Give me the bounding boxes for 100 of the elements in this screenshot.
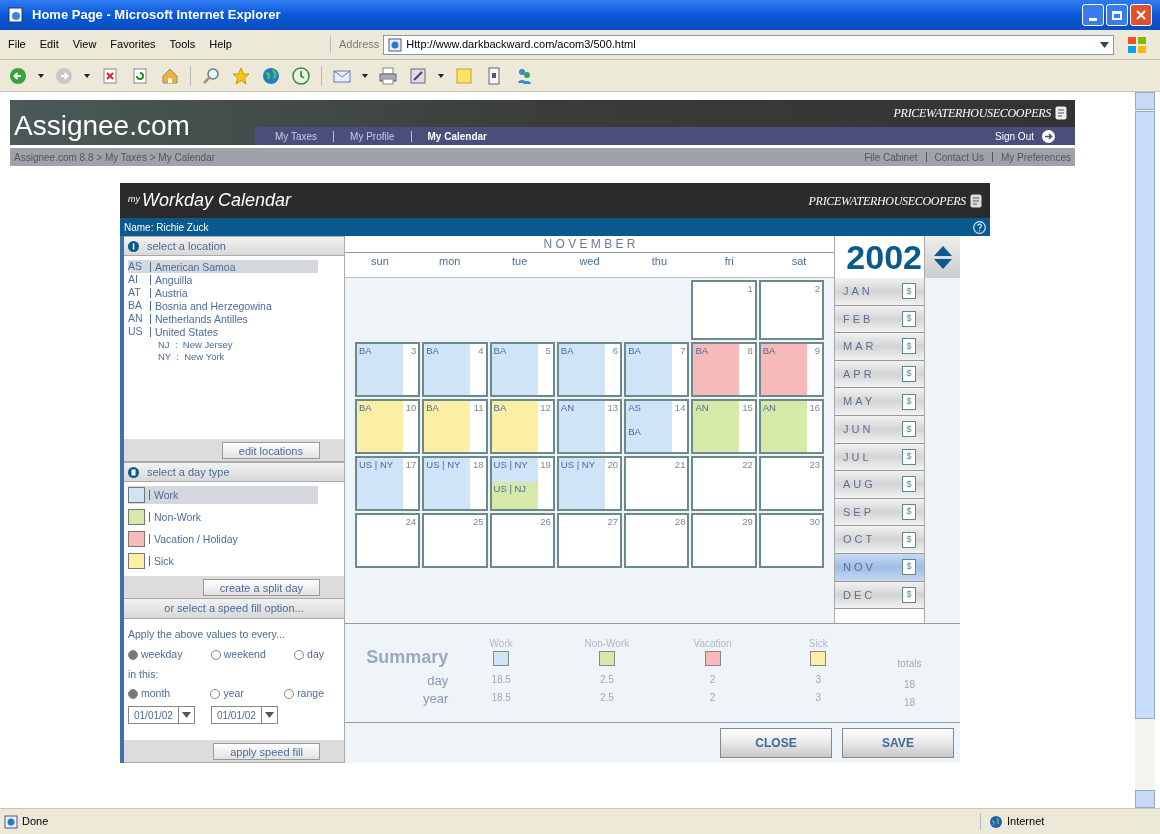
menu-item[interactable]: View — [72, 36, 97, 53]
radio-label[interactable]: weekend — [223, 646, 266, 663]
maximize-button[interactable] — [1106, 4, 1128, 26]
month-tab[interactable]: JUN $ — [835, 415, 924, 444]
location-item[interactable]: US United States — [128, 325, 318, 338]
edit-locations-button[interactable]: edit locations — [221, 441, 320, 459]
date-dropdown[interactable]: 01/01/02 — [128, 706, 195, 724]
day-cell[interactable]: 27 — [556, 513, 623, 568]
day-type-option[interactable]: Work — [128, 486, 318, 504]
day-type-option[interactable]: Sick — [128, 552, 318, 570]
day-cell[interactable]: 25 — [422, 513, 488, 568]
day-type-option[interactable]: Non-Work — [128, 508, 318, 526]
printer-icon[interactable] — [378, 65, 398, 86]
day-cell[interactable]: AS BA 14 — [624, 399, 690, 454]
day-cell[interactable]: 2 — [758, 280, 824, 340]
day-cell[interactable]: 29 — [691, 513, 757, 568]
caret-icon[interactable] — [84, 73, 90, 78]
help-icon[interactable] — [973, 220, 986, 234]
split-day-button[interactable]: create a split day — [202, 578, 320, 596]
dollar-icon[interactable]: $ — [902, 338, 916, 355]
day-cell[interactable]: BA 4 — [422, 342, 488, 397]
day-cell[interactable]: BA 6 — [556, 342, 623, 397]
star-icon[interactable] — [231, 65, 251, 86]
year-up-arrow-icon[interactable] — [933, 245, 952, 256]
minimize-button[interactable] — [1082, 4, 1104, 26]
month-tab[interactable]: MAY $ — [835, 388, 924, 416]
radio-label[interactable]: day — [307, 646, 324, 663]
day-cell[interactable]: BA 7 — [624, 342, 690, 397]
day-cell[interactable]: AN 16 — [758, 399, 824, 454]
location-item[interactable]: BA Bosnia and Herzegowina — [128, 299, 318, 312]
location-item[interactable]: AN Netherlands Antilles — [128, 312, 318, 325]
apply-speed-fill-button[interactable]: apply speed fill — [213, 742, 320, 760]
day-cell[interactable]: US | NY 20 — [556, 456, 623, 511]
day-cell[interactable]: BA 9 — [758, 342, 824, 397]
menu-item[interactable]: Help — [209, 36, 232, 53]
month-tab[interactable]: AUG $ — [835, 471, 924, 499]
radio-button[interactable] — [210, 689, 221, 700]
dollar-icon[interactable]: $ — [902, 393, 916, 410]
dollar-icon[interactable]: $ — [902, 448, 916, 465]
menu-item[interactable]: Tools — [169, 36, 196, 53]
sign-out-link[interactable]: Sign Out — [995, 128, 1034, 144]
month-tab[interactable]: FEB $ — [835, 305, 924, 334]
caret-icon[interactable] — [362, 73, 368, 78]
nav-link[interactable]: My Profile — [350, 128, 395, 144]
address-field[interactable]: Http://www.darkbackward.com/acom3/500.html — [383, 34, 1114, 55]
location-item[interactable]: AT Austria — [128, 286, 318, 299]
day-cell[interactable]: 28 — [624, 513, 690, 568]
day-cell[interactable]: BA 10 — [355, 399, 421, 454]
history-icon[interactable] — [291, 65, 311, 86]
header-link[interactable]: File Cabinet — [864, 149, 918, 165]
vertical-scrollbar[interactable] — [1135, 92, 1155, 808]
day-cell[interactable]: BA 3 — [355, 342, 421, 397]
dollar-icon[interactable]: $ — [902, 421, 916, 438]
day-cell[interactable]: 21 — [624, 456, 690, 511]
day-cell[interactable]: 26 — [489, 513, 555, 568]
dollar-icon[interactable]: $ — [902, 531, 916, 548]
stop-icon[interactable] — [100, 65, 120, 86]
day-cell[interactable]: AN 13 — [556, 399, 623, 454]
action-button[interactable]: CLOSE — [720, 728, 832, 758]
location-subitem[interactable]: NJ : New Jersey — [128, 338, 340, 350]
search-icon[interactable] — [201, 65, 221, 86]
month-tab[interactable]: JUL $ — [835, 443, 924, 472]
radio-label[interactable]: weekday — [141, 646, 183, 663]
menu-item[interactable]: Favorites — [110, 36, 156, 53]
header-link[interactable]: My Preferences — [1000, 149, 1071, 165]
header-link[interactable]: Contact Us — [934, 149, 984, 165]
radio-label[interactable]: month — [141, 686, 171, 702]
year-down-arrow-icon[interactable] — [933, 258, 952, 269]
month-tab[interactable]: MAR $ — [835, 333, 924, 361]
menu-item[interactable]: File — [8, 36, 26, 53]
dropdown-arrow-icon[interactable] — [1100, 41, 1109, 48]
radio-button[interactable] — [128, 689, 138, 700]
dollar-icon[interactable]: $ — [902, 504, 916, 521]
action-button[interactable]: SAVE — [842, 728, 954, 758]
dollar-icon[interactable]: $ — [902, 559, 916, 576]
edit-icon[interactable] — [408, 65, 428, 86]
month-tab[interactable]: OCT $ — [835, 526, 924, 554]
radio-button[interactable] — [284, 689, 295, 700]
radio-button[interactable] — [294, 649, 305, 660]
dollar-icon[interactable]: $ — [902, 586, 916, 603]
globe-icon[interactable] — [261, 65, 281, 86]
month-tab[interactable]: NOV $ — [835, 553, 924, 582]
arrow-circle-icon[interactable] — [1042, 129, 1055, 143]
radio-button[interactable] — [210, 649, 221, 660]
month-tab[interactable]: JAN $ — [835, 278, 924, 306]
day-type-option[interactable]: Vacation / Holiday — [128, 530, 318, 548]
day-cell[interactable]: BA 11 — [422, 399, 488, 454]
day-cell[interactable]: 1 — [691, 280, 757, 340]
day-cell[interactable]: US | NY US | NJ 19 — [489, 456, 555, 511]
day-cell[interactable]: 23 — [758, 456, 824, 511]
dollar-icon[interactable]: $ — [902, 310, 916, 327]
nav-link[interactable]: My Taxes — [275, 128, 318, 144]
radio-button[interactable] — [128, 649, 138, 660]
day-cell[interactable]: 30 — [758, 513, 824, 568]
day-cell[interactable]: 24 — [355, 513, 421, 568]
radio-label[interactable]: range — [297, 686, 324, 702]
day-cell[interactable]: US | NY 18 — [422, 456, 488, 511]
location-item[interactable]: AS American Samoa — [128, 260, 318, 273]
menu-item[interactable]: Edit — [39, 36, 59, 53]
day-cell[interactable]: BA 12 — [489, 399, 555, 454]
